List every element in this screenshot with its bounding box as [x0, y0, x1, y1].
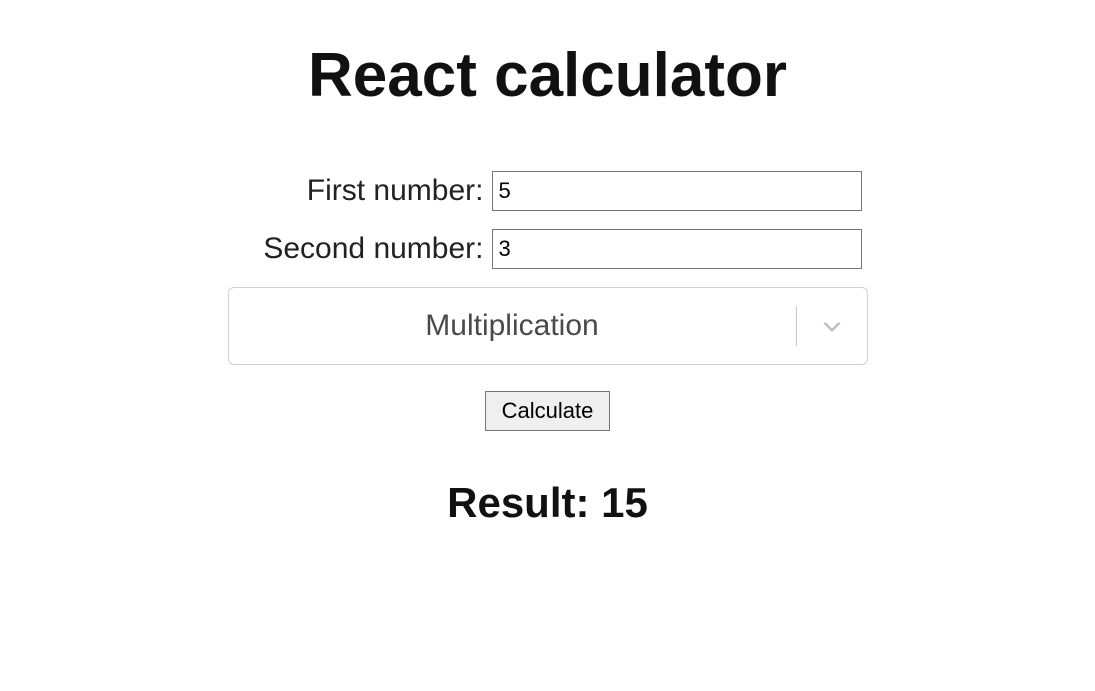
second-number-label: Second number:: [234, 232, 484, 266]
operation-select[interactable]: Multiplication: [228, 287, 868, 365]
chevron-down-icon[interactable]: [797, 313, 867, 339]
calculator-form: First number: Second number: Multiplicat…: [228, 171, 868, 527]
operation-select-value: Multiplication: [425, 309, 598, 343]
second-number-row: Second number:: [234, 229, 862, 269]
operation-select-value-zone: Multiplication: [229, 309, 796, 343]
page-title: React calculator: [308, 40, 787, 111]
calculate-button[interactable]: Calculate: [485, 391, 611, 431]
result-display: Result: 15: [447, 479, 648, 527]
second-number-input[interactable]: [492, 229, 862, 269]
result-value: 15: [601, 479, 648, 526]
result-label: Result:: [447, 479, 601, 526]
first-number-input[interactable]: [492, 171, 862, 211]
first-number-label: First number:: [234, 174, 484, 208]
first-number-row: First number:: [234, 171, 862, 211]
